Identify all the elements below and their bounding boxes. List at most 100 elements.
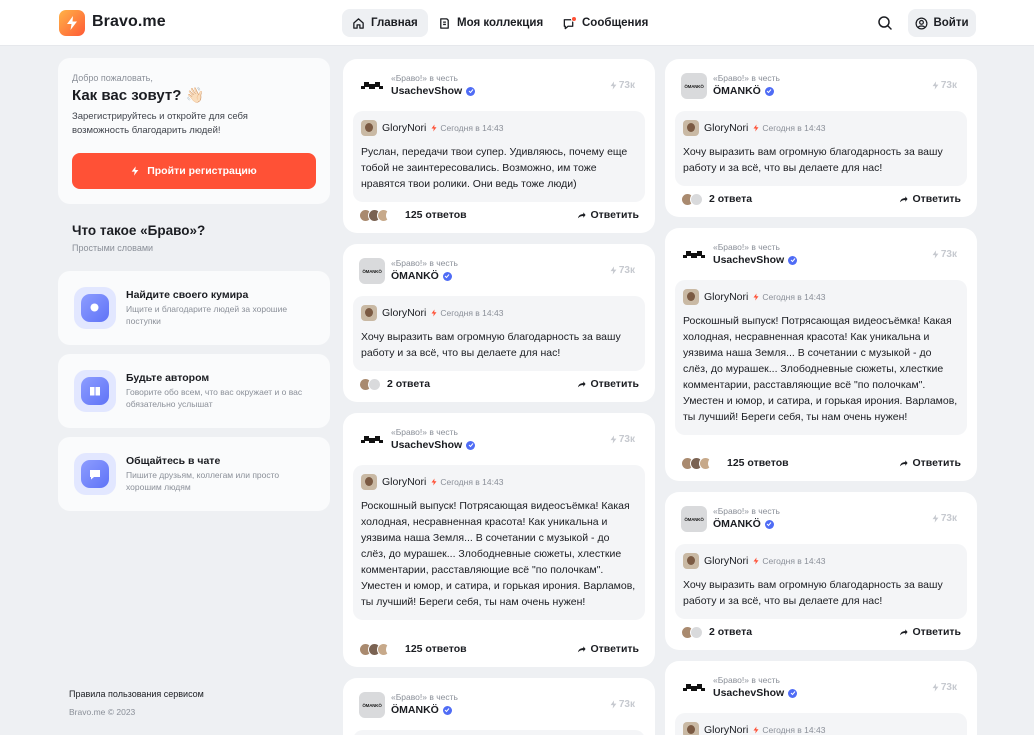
timestamp: Сегодня в 14:43 [753,556,825,566]
answers-count[interactable]: 125 ответов [727,457,789,469]
card-head[interactable]: «Браво!» в честь UsachevShow 73к [353,423,645,457]
unread-dot [571,15,577,22]
avatar[interactable] [683,553,699,569]
message-bubble: GloryNori Сегодня в 14:43 Хочу выразить в… [675,544,967,619]
feature-title: Найдите своего кумира [126,289,249,301]
answers-count[interactable]: 2 ответа [387,378,430,390]
hero-name[interactable]: UsachevShow [713,254,798,266]
verified-icon [466,86,476,96]
timestamp: Сегодня в 14:43 [753,123,825,133]
answers-count[interactable]: 2 ответа [709,626,752,638]
card-head[interactable]: ÖMANKÖ «Браво!» в честь ÖMANKÖ 73к [353,254,645,288]
nav-collection[interactable]: Моя коллекция [428,9,553,37]
hero-name[interactable]: UsachevShow [391,439,476,451]
avatar[interactable] [683,289,699,305]
card-head[interactable]: ÖMANKÖ «Браво!» в честь ÖMANKÖ 73к [675,502,967,536]
hero-name[interactable]: UsachevShow [713,687,798,699]
in-honor-label: «Браво!» в честь [713,506,780,516]
lightning-icon [431,309,437,317]
reply-button[interactable]: Ответить [577,209,639,221]
avatar[interactable] [683,120,699,136]
hero-name[interactable]: UsachevShow [391,85,476,97]
nav-messages[interactable]: Сообщения [552,9,658,37]
avatar[interactable] [361,120,377,136]
author-name[interactable]: GloryNori [704,291,748,303]
reply-button[interactable]: Ответить [899,193,961,205]
bravo-count: 73к [610,699,635,710]
hero-name[interactable]: ÖMANKÖ [391,704,452,716]
logo-icon[interactable] [59,10,85,36]
avatar[interactable] [361,474,377,490]
hero-name[interactable]: ÖMANKÖ [713,518,774,530]
reply-arrow-icon [578,211,587,218]
bravo-count: 73к [610,80,635,91]
reply-button[interactable]: Ответить [899,626,961,638]
reply-arrow-icon [578,380,587,387]
avatar[interactable] [683,722,699,735]
author-name[interactable]: GloryNori [704,724,748,735]
bravo-count: 73к [610,265,635,276]
card-head[interactable]: «Браво!» в честь UsachevShow 73к [353,69,645,103]
hero-name[interactable]: ÖMANKÖ [391,270,452,282]
bravo-count: 73к [932,249,957,260]
card-head[interactable]: «Браво!» в честь UsachevShow 73к [675,238,967,272]
register-button[interactable]: Пройти регистрацию [72,153,316,189]
message-bubble: GloryNori Сегодня в 14:43 Хочу выразить в… [353,296,645,371]
avatar[interactable] [361,305,377,321]
bravo-count-value: 73к [940,513,957,524]
lightning-icon [610,435,617,444]
reply-arrow-icon [900,195,909,202]
author-name[interactable]: GloryNori [382,307,426,319]
bravo-card: «Браво!» в честь UsachevShow 73к GloryNo… [665,228,977,481]
feature-description: Ищите и благодарите людей за хорошие пос… [126,304,288,326]
author-name[interactable]: GloryNori [382,476,426,488]
bravo-card: ÖMANKÖ «Браво!» в честь ÖMANKÖ 73к Glory… [665,492,977,650]
reply-button[interactable]: Ответить [577,378,639,390]
hero-name-text: ÖMANKÖ [713,518,761,530]
reply-avatars [359,642,399,656]
brand-name[interactable]: Bravo.me [92,13,166,31]
author-name[interactable]: GloryNori [704,555,748,567]
author-name[interactable]: GloryNori [704,122,748,134]
answers-count[interactable]: 125 ответов [405,209,467,221]
messages-icon [562,15,577,30]
in-honor-label: «Браво!» в честь [391,258,458,268]
bravo-card: «Браво!» в честь UsachevShow 73к GloryNo… [343,59,655,233]
timestamp: Сегодня в 14:43 [431,477,503,487]
login-button[interactable]: Войти [908,9,976,37]
verified-icon [764,519,774,529]
book-feature-icon [74,370,116,412]
answers-count[interactable]: 2 ответа [709,193,752,205]
what-is-bravo-title: Что такое «Браво»? [72,223,206,238]
lightning-icon [932,683,939,692]
card-head[interactable]: ÖMANKÖ «Браво!» в честь ÖMANKÖ 73к [353,688,645,722]
login-label: Войти [933,17,969,29]
author-name[interactable]: GloryNori [382,122,426,134]
reply-avatars [359,377,381,391]
mustache-avatar-icon [359,427,385,453]
nav-home[interactable]: Главная [342,9,428,37]
feature-title: Будьте автором [126,372,210,384]
lightning-icon [431,124,437,132]
reply-button[interactable]: Ответить [577,643,639,655]
lightning-icon [932,81,939,90]
search-button[interactable] [876,14,894,32]
card-head[interactable]: ÖMANKÖ «Браво!» в честь ÖMANKÖ 73к [675,69,967,103]
bravo-count-value: 73к [940,249,957,260]
nav-collection-label: Моя коллекция [457,17,544,29]
card-footer: 2 ответа Ответить [681,191,961,207]
hero-name[interactable]: ÖMANKÖ [713,85,774,97]
in-honor-label: «Браво!» в честь [391,692,458,702]
verified-icon [764,86,774,96]
bravo-count: 73к [932,513,957,524]
rules-link[interactable]: Правила пользования сервисом [69,689,204,699]
message-bubble [353,730,645,735]
reply-button[interactable]: Ответить [899,457,961,469]
message-bubble: GloryNori Сегодня в 14:43 Хочу выразить в… [675,111,967,186]
mustache-avatar-icon [681,242,707,268]
card-footer: 2 ответа Ответить [359,376,639,392]
mustache-avatar-icon [681,675,707,701]
bravo-count-value: 73к [618,699,635,710]
card-head[interactable]: «Браво!» в честь UsachevShow 73к [675,671,967,705]
answers-count[interactable]: 125 ответов [405,643,467,655]
